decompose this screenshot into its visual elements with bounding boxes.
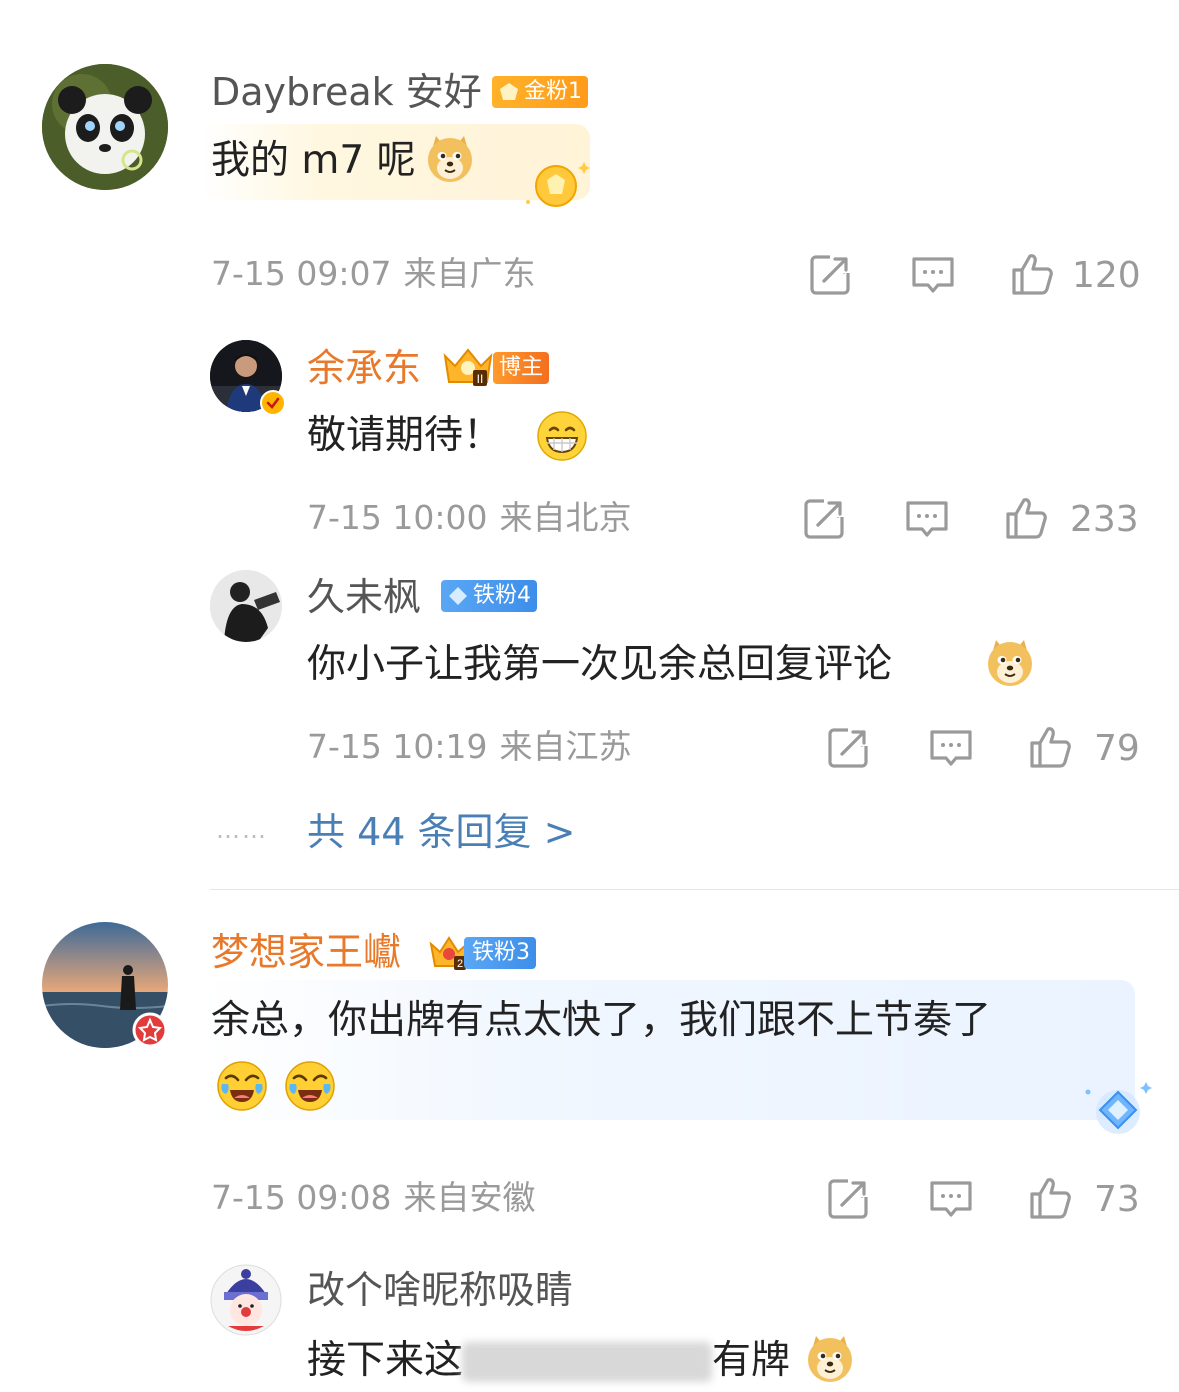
comment-icon[interactable]	[928, 1175, 974, 1221]
divider	[210, 889, 1179, 890]
redacted-text	[462, 1342, 712, 1382]
username[interactable]: 改个啥昵称吸睛	[307, 1268, 573, 1312]
verified-icon	[260, 390, 286, 416]
like-count: 79	[1094, 728, 1140, 769]
like-count: 120	[1072, 255, 1141, 296]
replies-dots: ……	[216, 816, 268, 844]
share-icon[interactable]	[802, 495, 848, 541]
fan-badge[interactable]: 铁粉3	[464, 937, 536, 969]
timestamp: 7-15 09:07	[211, 254, 392, 293]
location: 来自广东	[403, 254, 536, 293]
comment-icon[interactable]	[904, 495, 950, 541]
avatar[interactable]	[210, 570, 282, 642]
comment-meta: 7-15 10:19 来自江苏	[307, 727, 632, 767]
grin-emoji	[536, 410, 588, 462]
avatar[interactable]	[42, 64, 168, 190]
username[interactable]: 梦想家王巘	[211, 930, 401, 974]
svg-text:II: II	[477, 372, 484, 386]
comment-text: 你小子让我第一次见余总回复评论	[307, 642, 893, 687]
share-icon[interactable]	[826, 1175, 872, 1221]
laugh-cry-emoji	[284, 1060, 336, 1112]
comment-text-start: 接下来这	[307, 1338, 464, 1383]
like-icon[interactable]	[1028, 1175, 1074, 1221]
username[interactable]: Daybreak 安好	[211, 70, 482, 114]
gold-fan-icon	[500, 83, 518, 100]
comment-meta: 7-15 09:08 来自安徽	[211, 1178, 536, 1218]
fan-badge[interactable]: 铁粉4	[441, 580, 537, 612]
gold-badge-icon	[526, 162, 590, 207]
share-icon[interactable]	[826, 724, 872, 770]
comment-text: 余总，你出牌有点太快了，我们跟不上节奏了	[211, 998, 992, 1043]
comment-meta: 7-15 09:07 来自广东	[211, 254, 536, 294]
comment-text: 我的 m7 呢	[211, 138, 416, 183]
location: 来自安徽	[403, 1178, 536, 1217]
location: 来自江苏	[499, 727, 632, 766]
iron-fan-icon	[449, 587, 467, 605]
username[interactable]: 余承东	[307, 346, 421, 390]
username[interactable]: 久未枫	[307, 575, 421, 619]
blogger-badge: 博主	[493, 352, 550, 384]
view-replies-link[interactable]: 共 44 条回复 >	[307, 810, 575, 854]
doge-emoji	[424, 132, 476, 184]
svg-text:2: 2	[457, 958, 463, 970]
diamond-badge-icon	[1085, 1082, 1152, 1134]
comment-meta: 7-15 10:00 来自北京	[307, 498, 632, 538]
share-icon[interactable]	[808, 251, 854, 297]
like-count: 73	[1094, 1179, 1140, 1220]
comment-icon[interactable]	[928, 724, 974, 770]
timestamp: 7-15 09:08	[211, 1178, 392, 1217]
fan-badge[interactable]: 金粉1	[492, 76, 588, 108]
laugh-cry-emoji	[216, 1060, 268, 1112]
doge-emoji	[984, 636, 1036, 688]
location: 来自北京	[499, 498, 632, 537]
avatar[interactable]	[210, 1264, 282, 1336]
comment-icon[interactable]	[910, 251, 956, 297]
comment-text: 敬请期待！	[307, 413, 503, 458]
timestamp: 7-15 10:00	[307, 498, 488, 537]
doge-emoji	[804, 1332, 856, 1384]
like-icon[interactable]	[1004, 495, 1050, 541]
like-count: 233	[1070, 499, 1139, 540]
like-icon[interactable]	[1028, 724, 1074, 770]
like-icon[interactable]	[1010, 251, 1056, 297]
crown-icon: II	[443, 348, 493, 386]
member-icon	[132, 1012, 168, 1048]
timestamp: 7-15 10:19	[307, 727, 488, 766]
comment-text-end: 有牌	[712, 1338, 791, 1383]
